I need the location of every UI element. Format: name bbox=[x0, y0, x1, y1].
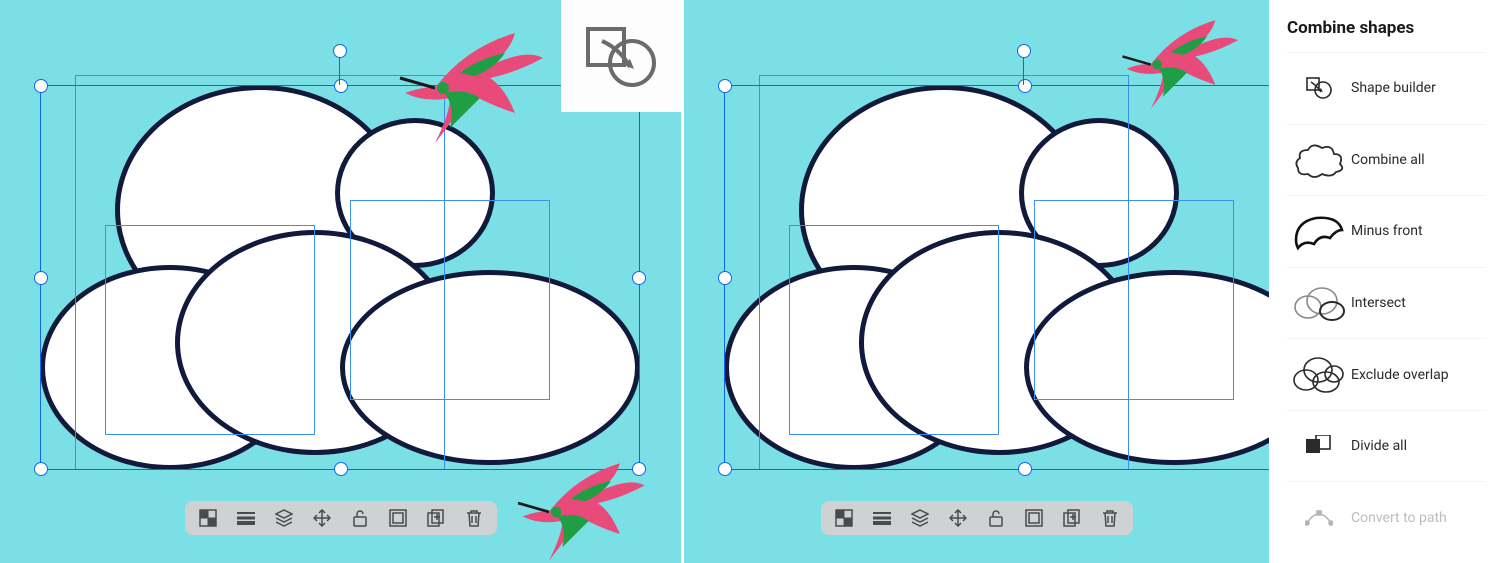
shape-builder-callout bbox=[561, 0, 681, 112]
delete-icon[interactable] bbox=[463, 507, 485, 529]
hummingbird-art bbox=[505, 450, 655, 563]
delete-icon[interactable] bbox=[1099, 507, 1121, 529]
group-icon[interactable] bbox=[387, 507, 409, 529]
move-icon[interactable] bbox=[311, 507, 333, 529]
divide-all-icon bbox=[1287, 435, 1351, 457]
hummingbird-art bbox=[1104, 8, 1254, 113]
panel-item-divide-all[interactable]: Divide all bbox=[1287, 410, 1486, 482]
rotation-stem bbox=[339, 55, 340, 85]
panel-item-shape-builder[interactable]: Shape builder bbox=[1287, 52, 1486, 124]
layers-icon[interactable] bbox=[273, 507, 295, 529]
contextual-toolbar bbox=[821, 501, 1133, 535]
panel-item-label: Shape builder bbox=[1351, 80, 1436, 96]
panel-item-label: Minus front bbox=[1351, 223, 1423, 239]
transparency-icon[interactable] bbox=[197, 507, 219, 529]
group-icon[interactable] bbox=[1023, 507, 1045, 529]
panel-item-label: Intersect bbox=[1351, 295, 1406, 311]
convert-to-path-icon bbox=[1287, 509, 1351, 527]
ellipse-shape[interactable] bbox=[340, 270, 640, 465]
stroke-icon[interactable] bbox=[235, 507, 257, 529]
shape-builder-icon bbox=[582, 23, 660, 89]
combine-all-icon bbox=[1287, 140, 1351, 180]
canvas-left[interactable] bbox=[0, 0, 681, 563]
canvas-right[interactable] bbox=[684, 0, 1269, 563]
panel-item-label: Divide all bbox=[1351, 438, 1407, 454]
intersect-icon bbox=[1287, 283, 1351, 323]
minus-front-icon bbox=[1287, 210, 1351, 252]
panel-item-combine-all[interactable]: Combine all bbox=[1287, 124, 1486, 196]
duplicate-icon[interactable] bbox=[425, 507, 447, 529]
layers-icon[interactable] bbox=[909, 507, 931, 529]
transparency-icon[interactable] bbox=[833, 507, 855, 529]
panel-item-minus-front[interactable]: Minus front bbox=[1287, 195, 1486, 267]
unlock-icon[interactable] bbox=[985, 507, 1007, 529]
rotation-handle[interactable] bbox=[1017, 44, 1031, 58]
unlock-icon[interactable] bbox=[349, 507, 371, 529]
panel-item-label: Combine all bbox=[1351, 152, 1425, 168]
rotation-handle[interactable] bbox=[333, 44, 347, 58]
panel-item-exclude-overlap[interactable]: Exclude overlap bbox=[1287, 338, 1486, 410]
rotation-stem bbox=[1023, 55, 1024, 85]
panel-item-label: Exclude overlap bbox=[1351, 367, 1449, 383]
panel-item-convert-to-path: Convert to path bbox=[1287, 481, 1486, 553]
panel-title: Combine shapes bbox=[1287, 18, 1486, 38]
combine-shapes-panel: Combine shapes Shape builder Combine all… bbox=[1269, 0, 1500, 563]
exclude-overlap-icon bbox=[1287, 354, 1351, 396]
panel-item-intersect[interactable]: Intersect bbox=[1287, 267, 1486, 339]
contextual-toolbar bbox=[185, 501, 497, 535]
duplicate-icon[interactable] bbox=[1061, 507, 1083, 529]
stroke-icon[interactable] bbox=[871, 507, 893, 529]
shape-builder-icon bbox=[1287, 76, 1351, 100]
panel-item-label: Convert to path bbox=[1351, 510, 1447, 526]
move-icon[interactable] bbox=[947, 507, 969, 529]
